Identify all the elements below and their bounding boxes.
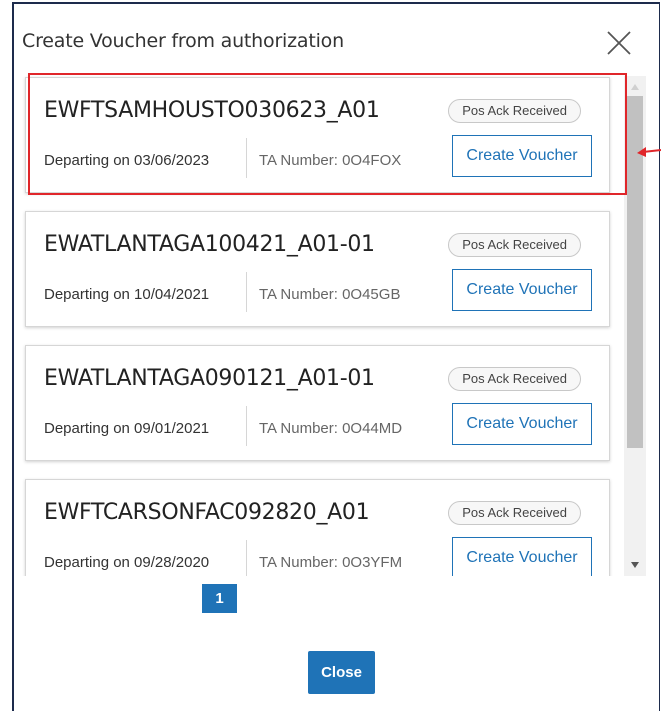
ta-number: TA Number: 0O3YFM <box>259 554 403 571</box>
voucher-id: EWFTSAMHOUSTO030623_A01 <box>44 98 380 123</box>
create-voucher-button[interactable]: Create Voucher <box>452 537 592 576</box>
divider <box>246 406 247 446</box>
status-badge: Pos Ack Received <box>448 233 581 257</box>
divider <box>246 138 247 178</box>
voucher-id: EWATLANTAGA100421_A01-01 <box>44 232 375 257</box>
create-voucher-button[interactable]: Create Voucher <box>452 135 592 177</box>
caret-up-icon[interactable] <box>629 82 641 92</box>
caret-down-icon[interactable] <box>629 560 641 570</box>
voucher-card: EWATLANTAGA100421_A01-01 Pos Ack Receive… <box>25 211 610 327</box>
voucher-id: EWATLANTAGA090121_A01-01 <box>44 366 375 391</box>
arrow-icon <box>637 147 661 157</box>
departing-date: Departing on 09/01/2021 <box>44 420 210 437</box>
voucher-card: EWFTCARSONFAC092820_A01 Pos Ack Received… <box>25 479 610 576</box>
voucher-id: EWFTCARSONFAC092820_A01 <box>44 500 370 525</box>
voucher-card: EWFTSAMHOUSTO030623_A01 Pos Ack Received… <box>25 77 610 193</box>
departing-date: Departing on 10/04/2021 <box>44 286 210 303</box>
status-badge: Pos Ack Received <box>448 99 581 123</box>
page-number-button[interactable]: 1 <box>202 584 237 613</box>
create-voucher-button[interactable]: Create Voucher <box>452 403 592 445</box>
ta-number: TA Number: 0O44MD <box>259 420 403 437</box>
voucher-card: EWATLANTAGA090121_A01-01 Pos Ack Receive… <box>25 345 610 461</box>
voucher-list: EWFTSAMHOUSTO030623_A01 Pos Ack Received… <box>22 71 633 576</box>
departing-date: Departing on 09/28/2020 <box>44 554 210 571</box>
modal-title: Create Voucher from authorization <box>22 30 344 52</box>
divider <box>246 272 247 312</box>
status-badge: Pos Ack Received <box>448 367 581 391</box>
close-button[interactable]: Close <box>308 651 375 694</box>
ta-number: TA Number: 0O45GB <box>259 286 401 303</box>
status-badge: Pos Ack Received <box>448 501 581 525</box>
departing-date: Departing on 03/06/2023 <box>44 152 210 169</box>
create-voucher-button[interactable]: Create Voucher <box>452 269 592 311</box>
ta-number: TA Number: 0O4FOX <box>259 152 402 169</box>
divider <box>246 540 247 576</box>
close-icon[interactable] <box>604 28 634 58</box>
